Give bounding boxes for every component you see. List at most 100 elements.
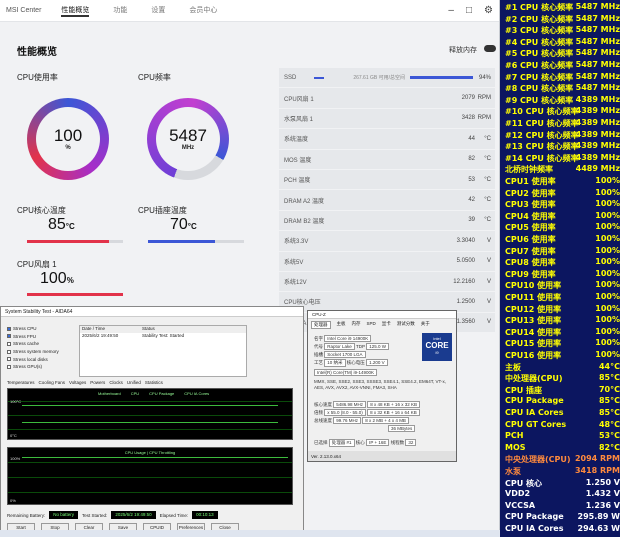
sensor-label: CPU1 使用率 — [505, 177, 556, 186]
stat-unit: V — [486, 237, 491, 244]
sensor-row: CPU1 使用率 100% — [505, 176, 620, 188]
sensor-value: 4389 MHz — [575, 118, 620, 127]
col-status: Status — [142, 326, 155, 331]
cpuz-tab[interactable]: 显卡 — [382, 321, 391, 329]
gear-icon[interactable]: ⚙ — [484, 5, 493, 16]
aida-tab[interactable]: Temperatures — [7, 380, 35, 385]
stress-checkbox[interactable]: Stress GPU(s) — [7, 363, 59, 371]
checkbox-icon[interactable] — [7, 357, 11, 362]
checkbox-icon[interactable] — [7, 341, 11, 346]
aida-tab[interactable]: Powers — [90, 380, 105, 385]
stat-value: 44 — [468, 135, 475, 142]
sensor-value: 4389 MHz — [575, 152, 620, 162]
checkbox-icon[interactable] — [7, 334, 11, 339]
sensor-stats-list: SSD 267.61 GB 可用/总空间 94% CPU风扇 1 2079 RPM 水… — [279, 68, 495, 333]
sensor-row: #11 CPU 核心频率 4389 MHz — [505, 118, 620, 130]
sensor-value: 100% — [595, 338, 620, 348]
stat-row: DRAM B2 温度 39 °C — [279, 210, 495, 231]
temperature-graph: Motherboard CPU CPU Package CPU IA Cores 10… — [7, 388, 293, 440]
checkbox-icon[interactable] — [7, 349, 11, 354]
cache-total-row: 36 MBytes — [388, 425, 416, 432]
stress-checkbox[interactable]: Stress cache — [7, 340, 59, 348]
aida-tab[interactable]: Unified — [127, 380, 141, 385]
checkbox-label: Stress local disks — [13, 356, 48, 362]
processor-select[interactable]: 处理器 #1 — [328, 439, 355, 447]
cpuz-window: CPU-Z 处理器 主板 内存 SPD 显卡 测试分数 关于 名字 Intel Core i… — [307, 310, 457, 462]
cpuz-tabs: 处理器 主板 内存 SPD 显卡 测试分数 关于 — [308, 319, 456, 331]
ssd-row: SSD 267.61 GB 可用/总空间 94% — [279, 68, 495, 88]
sensor-value: 85°C — [598, 408, 620, 417]
sensor-label: #1 CPU 核心频率 — [505, 3, 574, 12]
free-memory-toggle[interactable] — [484, 45, 496, 52]
cpu-socket-temp-value: 70°C — [170, 216, 197, 233]
stat-value: 1.3560 — [456, 319, 475, 326]
legend-item[interactable]: CPU IA Cores — [184, 391, 209, 396]
sensor-value: 100% — [595, 245, 620, 255]
cpu-usage-value: 100 — [53, 126, 83, 145]
aida-tab[interactable]: Cooling Fans — [39, 380, 66, 385]
sensor-label: #13 CPU 核心频率 — [505, 142, 579, 152]
cpu-freq-label: CPU频率 — [138, 73, 171, 82]
table-row: 2025/6/2 19:49:50 Stability Test: Started — [80, 333, 246, 340]
stress-checkbox[interactable]: Stress local disks — [7, 355, 59, 363]
aida-tab[interactable]: Clocks — [109, 380, 123, 385]
tab-settings[interactable]: 设置 — [151, 5, 165, 17]
minimize-icon[interactable]: – — [448, 5, 454, 16]
board-temp-line — [22, 422, 278, 423]
checkbox-icon[interactable] — [7, 364, 11, 369]
stat-label: 系统3.3V — [284, 239, 309, 246]
checkbox-label: Stress CPU — [13, 326, 37, 332]
multiplier-row: 倍频 x 55.0 (8.0 - 55.0) 8 x 32 KB + 16 x … — [314, 409, 420, 416]
sensor-value: 4389 MHz — [575, 106, 620, 116]
sensor-label: CPU16 使用率 — [505, 351, 562, 360]
cpu-core-temp-value: 85°C — [48, 216, 75, 233]
cpuz-tab[interactable]: SPD — [367, 321, 376, 329]
sensor-row: CPU Package 295.89 W — [505, 512, 620, 524]
sensor-row: CPU14 使用率 100% — [505, 327, 620, 339]
aida-tab[interactable]: Voltages — [69, 380, 86, 385]
stat-unit: °C — [484, 135, 491, 142]
legend-item[interactable]: Motherboard — [98, 391, 121, 396]
ssd-mini-bar — [314, 76, 324, 79]
cpuz-tab[interactable]: 处理器 — [311, 321, 331, 329]
sensor-label: #4 CPU 核心频率 — [505, 37, 574, 47]
cpu-fan-label: CPU风扇 1 — [17, 260, 57, 269]
sensor-value: 5487 MHz — [575, 13, 620, 23]
cpuz-tab[interactable]: 测试分数 — [397, 321, 415, 329]
elapsed-label: Elapsed Time: — [159, 512, 189, 518]
sensor-label: #9 CPU 核心频率 — [505, 95, 574, 105]
sensor-label: #14 CPU 核心频率 — [505, 153, 579, 163]
aida-tab[interactable]: Statistics — [145, 380, 163, 385]
selection-row: 已选择 处理器 #1 核心 IP + 16E 线程数 32 — [314, 439, 417, 447]
stress-checkbox[interactable]: Stress system memory — [7, 348, 59, 356]
battery-value: No battery — [49, 511, 79, 519]
sensor-row: CPU2 使用率 100% — [505, 188, 620, 200]
cpuz-tab[interactable]: 关于 — [421, 321, 430, 329]
legend-item[interactable]: CPU Package — [149, 391, 174, 396]
stat-label: MOS 温度 — [284, 157, 312, 164]
checkbox-icon[interactable] — [7, 326, 11, 331]
sensor-value: 100% — [595, 257, 620, 267]
cpuz-tab[interactable]: 主板 — [337, 321, 346, 329]
sensor-value: 4489 MHz — [575, 164, 620, 174]
stress-checkbox[interactable]: Stress FPU — [7, 333, 59, 341]
tab-features[interactable]: 功能 — [113, 5, 127, 17]
stress-checkbox[interactable]: Stress CPU — [7, 325, 59, 333]
sensor-value: 100% — [595, 280, 620, 290]
sensor-row: CPU3 使用率 100% — [505, 199, 620, 211]
sensor-value: 5487 MHz — [575, 60, 620, 69]
sensor-row: CPU15 使用率 100% — [505, 338, 620, 350]
cpu-fan-bar — [27, 293, 123, 296]
tab-membership[interactable]: 会员中心 — [189, 5, 217, 17]
sensor-row: 北桥时钟频率 4489 MHz — [505, 164, 620, 176]
stat-value: 42 — [468, 197, 475, 204]
cpuz-tab[interactable]: 内存 — [352, 321, 361, 329]
sensor-value: 295.89 W — [577, 512, 620, 522]
sensor-value: 100% — [595, 210, 620, 220]
legend-item[interactable]: CPU — [131, 391, 139, 396]
ssd-percent: 94% — [478, 74, 491, 81]
tab-performance[interactable]: 性能概览 — [61, 5, 90, 17]
maximize-icon[interactable]: □ — [466, 5, 472, 16]
sensor-row: #7 CPU 核心频率 5487 MHz — [505, 72, 620, 84]
stat-label: 系统5V — [284, 259, 304, 266]
